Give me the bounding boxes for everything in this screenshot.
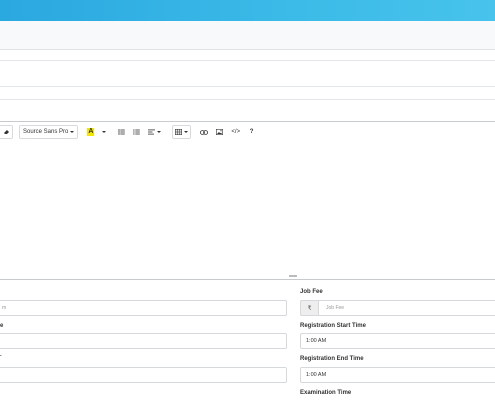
eraser-button[interactable]: [0, 125, 13, 139]
header-bar: [0, 0, 495, 21]
eraser-icon: [3, 129, 10, 135]
title-input[interactable]: [0, 60, 495, 87]
registration-start-time-value: 1:00 AM: [306, 338, 327, 344]
table-icon: [175, 129, 183, 135]
rich-text-editor: Source Sans Pro A </> ?: [0, 121, 495, 280]
job-fee-input-group: ₹ Job Fee: [300, 300, 495, 316]
rupee-icon: ₹: [300, 300, 319, 316]
editor-toolbar: Source Sans Pro A </> ?: [0, 124, 495, 140]
font-color-dropdown[interactable]: [99, 125, 110, 139]
job-fee-label: Job Fee: [300, 289, 323, 295]
bullet-list-icon: [118, 129, 126, 135]
align-left-icon: [148, 129, 156, 135]
examination-time-label: Examination Time: [300, 390, 352, 396]
job-fee-placeholder: Job Fee: [326, 305, 345, 311]
numbered-list-button[interactable]: [130, 125, 144, 139]
editor-resize-handle[interactable]: [289, 275, 297, 277]
code-view-icon: </>: [231, 129, 241, 135]
registration-end-time-value: 1:00 AM: [306, 372, 327, 378]
left-field-2-label: e: [0, 323, 4, 329]
link-button[interactable]: [197, 125, 212, 139]
left-field-3-label: .: [0, 352, 2, 358]
chevron-down-icon: [70, 131, 75, 133]
chevron-down-icon: [184, 131, 189, 133]
chevron-down-icon: [157, 131, 162, 133]
help-icon: ?: [249, 129, 254, 135]
sub-header-bar: [0, 21, 495, 50]
registration-start-time-input[interactable]: 1:00 AM: [300, 333, 495, 349]
numbered-list-icon: [133, 129, 141, 135]
left-field-1-input[interactable]: m: [0, 300, 287, 316]
left-field-3-input[interactable]: [0, 367, 287, 383]
image-button[interactable]: [213, 125, 227, 139]
chevron-down-icon: [102, 131, 107, 133]
registration-start-time-label: Registration Start Time: [300, 323, 366, 329]
left-field-1-placeholder: m: [2, 305, 7, 311]
registration-end-time-input[interactable]: 1:00 AM: [300, 367, 495, 383]
help-button[interactable]: ?: [245, 125, 259, 139]
font-family-dropdown[interactable]: Source Sans Pro: [19, 125, 79, 139]
table-dropdown[interactable]: [172, 125, 192, 139]
registration-end-time-label: Registration End Time: [300, 356, 364, 362]
bullet-list-button[interactable]: [115, 125, 129, 139]
job-fee-input[interactable]: Job Fee: [319, 300, 495, 316]
paragraph-align-dropdown[interactable]: [145, 125, 165, 139]
font-color-icon: A: [87, 128, 95, 136]
code-view-button[interactable]: </>: [228, 125, 244, 139]
link-icon: [200, 129, 209, 135]
font-color-button[interactable]: A: [84, 125, 98, 139]
font-family-label: Source Sans Pro: [23, 129, 69, 135]
image-icon: [216, 129, 224, 135]
left-field-2-input[interactable]: [0, 333, 287, 349]
